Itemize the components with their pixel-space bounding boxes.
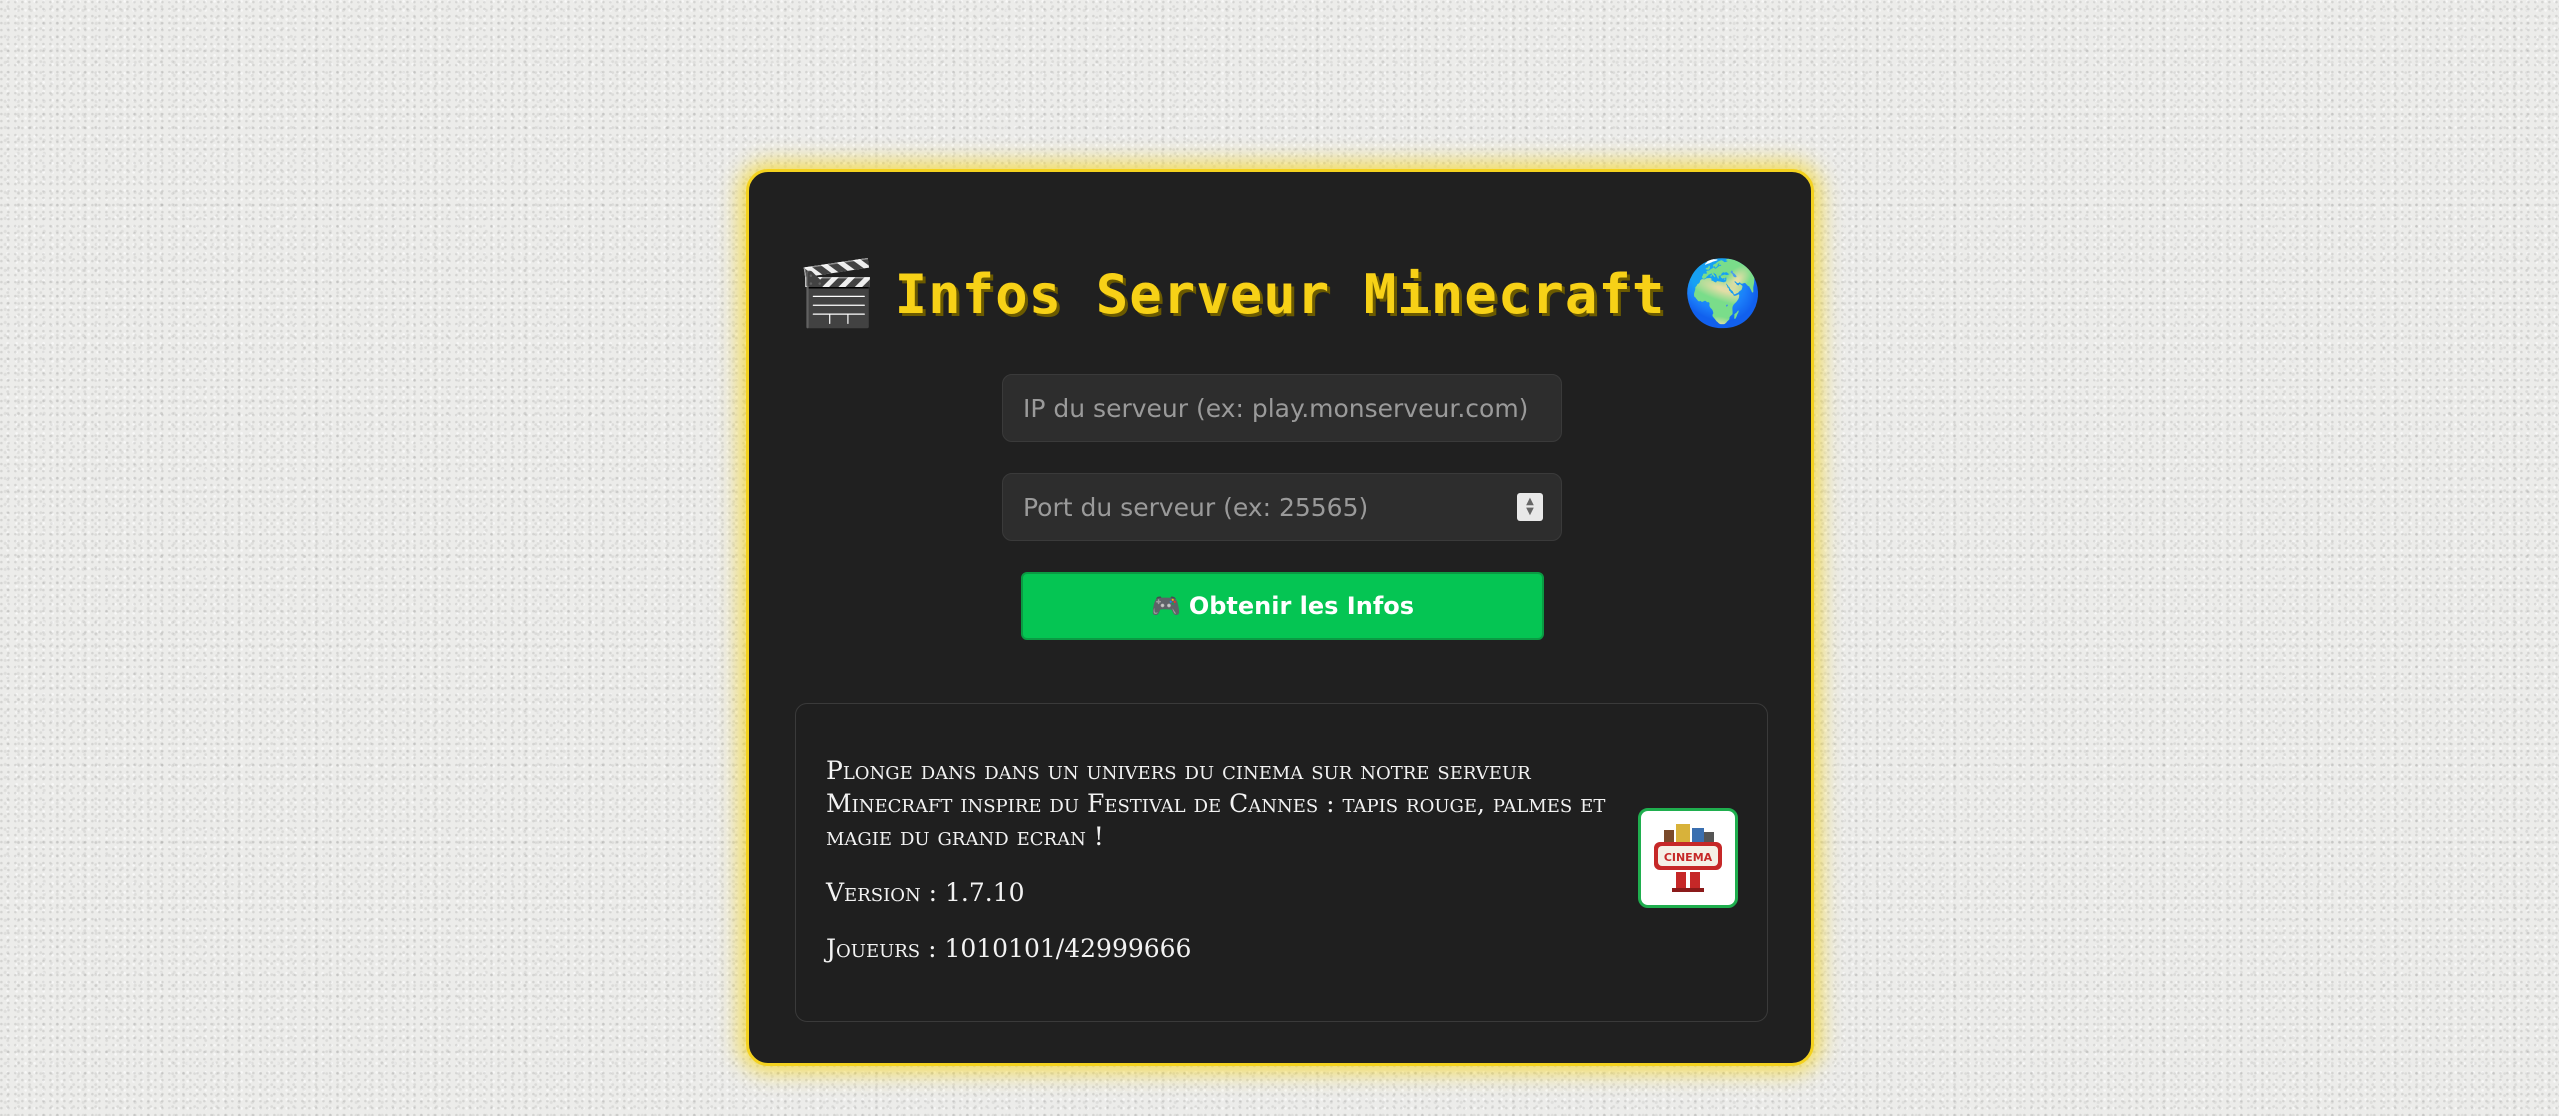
port-input[interactable] (1021, 491, 1517, 523)
port-stepper[interactable]: ▲ ▼ (1517, 493, 1543, 521)
cinema-sign-icon: CINEMA (1654, 824, 1722, 892)
server-info-card: 🎬 Infos Serveur Minecraft 🌍 ▲ ▼ 🎮 Obteni… (746, 169, 1814, 1066)
get-info-button[interactable]: 🎮 Obtenir les Infos (1021, 572, 1544, 640)
server-info-panel: Plonge dans dans un univers du cinema su… (795, 703, 1768, 1022)
get-info-button-label: Obtenir les Infos (1188, 592, 1415, 620)
server-info-text: Plonge dans dans un univers du cinema su… (826, 754, 1616, 988)
clapperboard-icon: 🎬 (796, 257, 877, 331)
server-players: Joueurs : 1010101/42999666 (826, 934, 1192, 963)
ip-field[interactable] (1002, 374, 1562, 442)
ip-input[interactable] (1021, 392, 1543, 424)
port-field[interactable]: ▲ ▼ (1002, 473, 1562, 541)
cinema-sign-text: CINEMA (1664, 851, 1713, 864)
server-version: Version : 1.7.10 (826, 878, 1025, 907)
title-text: Infos Serveur Minecraft (894, 262, 1666, 326)
server-favicon: CINEMA (1638, 808, 1738, 908)
gamepad-icon: 🎮 (1150, 592, 1181, 620)
chevron-down-icon[interactable]: ▼ (1526, 507, 1534, 517)
server-description: Plonge dans dans un univers du cinema su… (826, 756, 1606, 851)
page-title: 🎬 Infos Serveur Minecraft 🌍 (749, 254, 1811, 334)
globe-icon: 🌍 (1683, 257, 1764, 331)
